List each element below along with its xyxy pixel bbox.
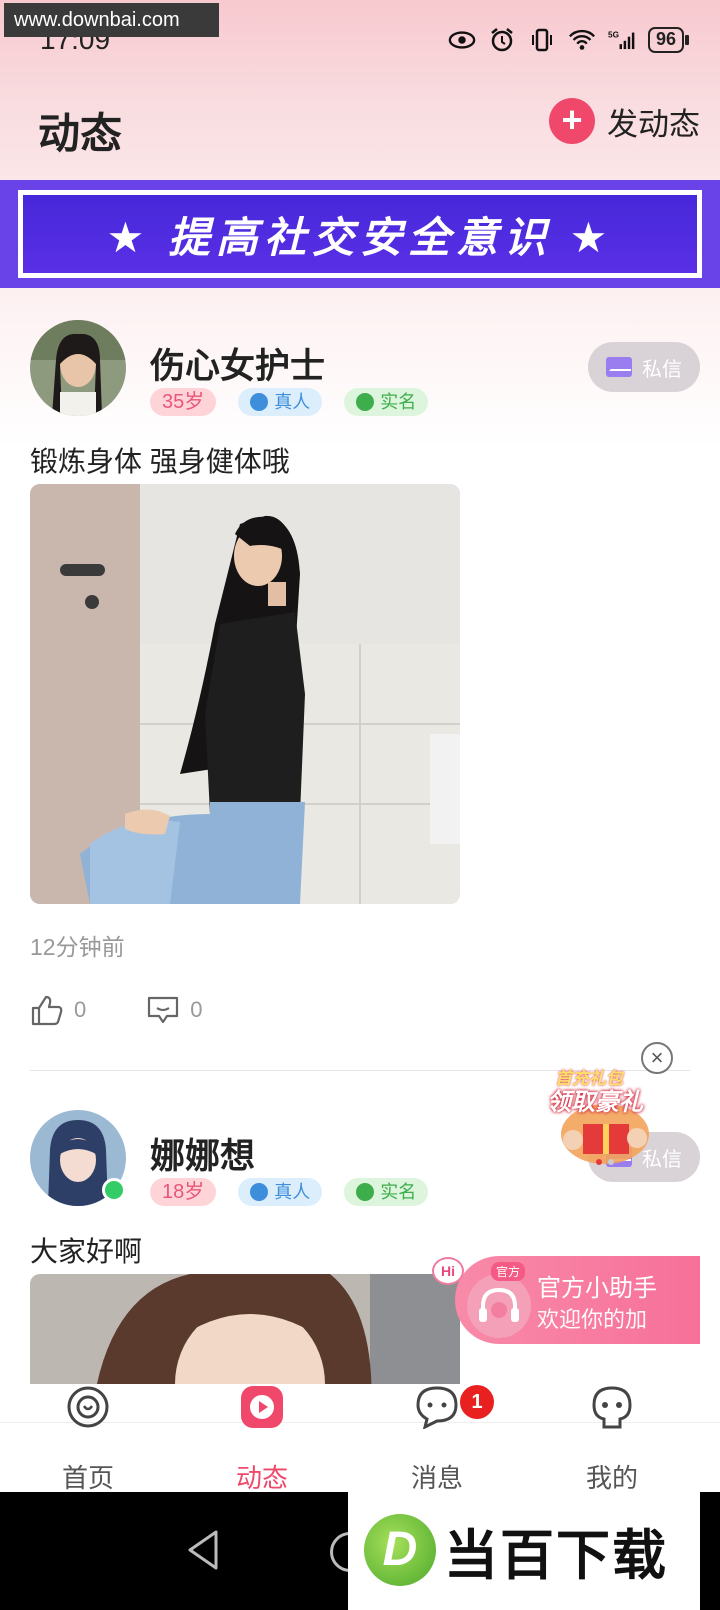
user-tags: 35岁 真人 实名 (150, 388, 429, 416)
private-message-button[interactable]: 私信 (588, 342, 700, 392)
battery-indicator: 96 (647, 27, 690, 53)
tab-feed[interactable]: 动态 (197, 1386, 327, 1493)
verified-name-label: 实名 (380, 392, 417, 412)
new-post-label: 发动态 (607, 106, 700, 142)
username[interactable]: 伤心女护士 (150, 338, 325, 389)
real-person-badge: 真人 (238, 1178, 323, 1206)
post-text: 锻炼身体 强身健体哦 (30, 446, 290, 477)
post-actions: 0 0 (30, 994, 203, 1026)
watermark-site: www.downbai.com (4, 3, 219, 37)
promo-gift-widget[interactable]: 首充礼包 领取豪礼 × (545, 1042, 675, 1182)
username[interactable]: 娜娜想 (150, 1128, 255, 1179)
person-icon (250, 393, 269, 411)
headset-icon (467, 1274, 531, 1338)
close-icon[interactable]: × (641, 1042, 673, 1074)
tab-home-label: 首页 (61, 1463, 114, 1493)
page-header: 动态 + 发动态 (0, 84, 720, 180)
unread-badge: 1 (460, 1385, 494, 1419)
tab-messages-label: 消息 (410, 1463, 463, 1493)
signal-5g-icon: 5G (608, 26, 636, 54)
logo-d-icon: D (364, 1514, 436, 1586)
like-button[interactable]: 0 (30, 994, 86, 1026)
watermark-logo: D 当百下载 (348, 1490, 700, 1610)
post-photo[interactable] (30, 484, 460, 904)
tab-messages[interactable]: 1 消息 (372, 1385, 502, 1493)
promo-line2: 领取豪礼 (547, 1089, 643, 1116)
safety-banner[interactable]: ★ 提高社交安全意识 ★ (0, 180, 720, 288)
verified-name-badge: 实名 (344, 1178, 429, 1206)
comment-icon (148, 996, 179, 1024)
watermark-text: 当百下载 (444, 1525, 668, 1586)
real-person-label: 真人 (274, 1182, 311, 1202)
safety-banner-text: ★ 提高社交安全意识 ★ (18, 190, 702, 278)
bottom-tab-bar: 首页 动态 1 消息 我的 (0, 1385, 720, 1493)
tab-home[interactable]: 首页 (23, 1386, 153, 1493)
envelope-icon (606, 357, 632, 377)
status-icons: 5G 96 (448, 26, 690, 54)
official-tag: 官方 (491, 1262, 526, 1281)
post-text: 大家好啊 (30, 1236, 143, 1267)
vibrate-icon (528, 26, 556, 54)
plus-icon: + (549, 98, 595, 144)
user-tags: 18岁 真人 实名 (150, 1178, 429, 1206)
tab-profile[interactable]: 我的 (547, 1386, 677, 1493)
hi-bubble: Hi (432, 1257, 464, 1285)
comment-button[interactable]: 0 (146, 994, 203, 1026)
svg-text:5G: 5G (608, 31, 619, 40)
real-person-badge: 真人 (238, 388, 323, 416)
like-count: 0 (74, 997, 87, 1022)
verified-name-label: 实名 (380, 1182, 417, 1202)
wifi-icon (568, 26, 596, 54)
age-badge: 35岁 (150, 388, 217, 416)
tab-profile-label: 我的 (585, 1463, 638, 1493)
official-assistant-widget[interactable]: 官方 官方小助手 欢迎你的加 (455, 1256, 700, 1344)
assistant-subtitle: 欢迎你的加 (537, 1307, 648, 1332)
real-person-label: 真人 (274, 392, 311, 412)
thumbs-up-icon (31, 995, 63, 1026)
back-icon[interactable] (184, 1528, 224, 1572)
page-title: 动态 (38, 110, 123, 157)
verified-icon (356, 393, 375, 411)
assistant-title: 官方小助手 (537, 1275, 657, 1302)
age-badge: 18岁 (150, 1178, 217, 1206)
person-icon (250, 1183, 269, 1201)
avatar[interactable] (30, 320, 126, 416)
post-timestamp: 12分钟前 (30, 934, 125, 960)
private-message-label: 私信 (642, 358, 682, 381)
feed-list[interactable]: 伤心女护士 35岁 真人 实名 私信 锻炼身体 强身健体哦 12分钟前 0 0 … (0, 288, 720, 1422)
verified-icon (356, 1183, 375, 1201)
comment-count: 0 (190, 997, 203, 1022)
eye-icon (448, 26, 476, 54)
tab-feed-label: 动态 (235, 1463, 288, 1493)
new-post-button[interactable]: + 发动态 (549, 98, 700, 144)
verified-name-badge: 实名 (344, 388, 429, 416)
alarm-icon (488, 26, 516, 54)
online-status-dot (102, 1178, 126, 1202)
